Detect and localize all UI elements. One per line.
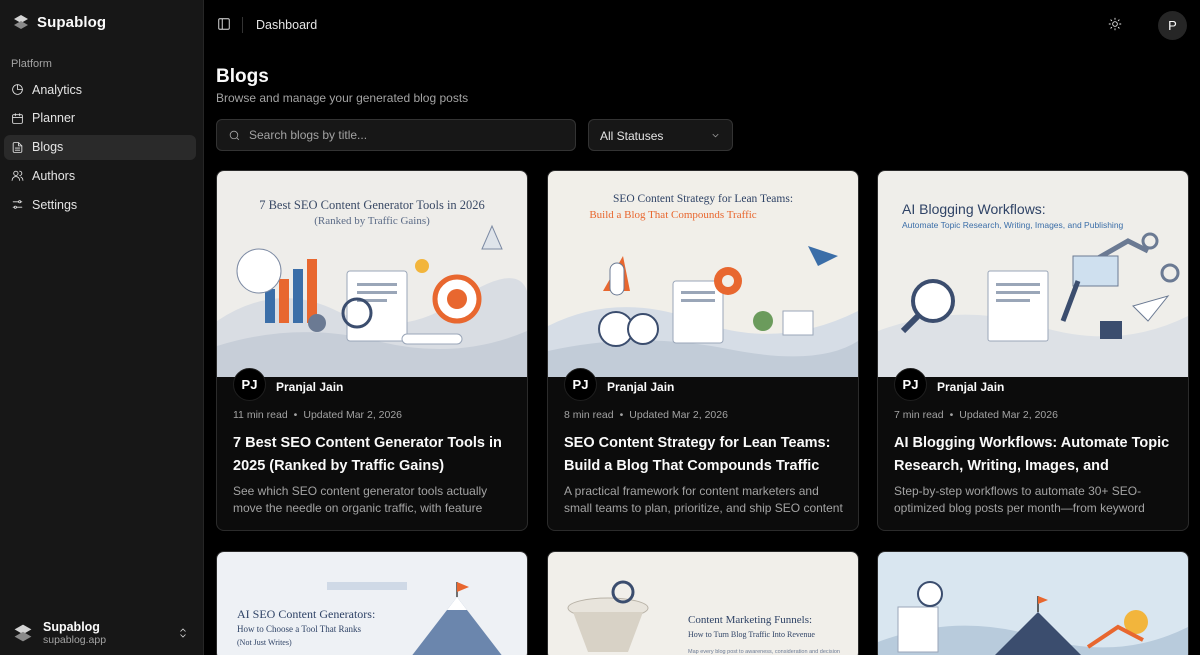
- author-avatar: PJ: [894, 368, 927, 401]
- blog-card[interactable]: AI SEO Content Generators: How to Choose…: [216, 551, 528, 655]
- svg-text:How to Turn Blog Traffic Into: How to Turn Blog Traffic Into Revenue: [688, 630, 815, 639]
- sidebar-item-settings[interactable]: Settings: [4, 192, 196, 217]
- theme-toggle-button[interactable]: [1108, 17, 1124, 33]
- brand[interactable]: Supablog: [11, 12, 106, 32]
- svg-text:SEO Content Strategy for Lean: SEO Content Strategy for Lean Teams:: [613, 193, 793, 205]
- status-filter-select[interactable]: All Statuses: [588, 119, 733, 151]
- blog-cover-image: AI SEO Content Generators: How to Choose…: [217, 552, 527, 655]
- svg-text:Content Marketing Funnels:: Content Marketing Funnels:: [688, 614, 812, 626]
- post-meta: 11 min read • Updated Mar 2, 2026: [233, 409, 402, 421]
- blog-cover-image: AI Blogging Workflows: Automate Topic Re…: [878, 171, 1188, 377]
- user-avatar[interactable]: P: [1158, 11, 1187, 40]
- page-title: Blogs: [216, 66, 269, 87]
- read-time: 7 min read: [894, 409, 944, 421]
- top-bar: Dashboard P: [204, 0, 1200, 50]
- updated-date: Updated Mar 2, 2026: [959, 409, 1058, 421]
- blog-card[interactable]: [877, 551, 1189, 655]
- chevrons-up-down-icon: [180, 628, 186, 638]
- post-title[interactable]: SEO Content Strategy for Lean Teams: Bui…: [564, 432, 846, 478]
- breadcrumb[interactable]: Dashboard: [256, 18, 317, 32]
- svg-text:Map every blog post to awarene: Map every blog post to awareness, consid…: [688, 649, 840, 655]
- author-row: PJ Pranjal Jain: [233, 368, 343, 401]
- post-title[interactable]: AI Blogging Workflows: Automate Topic Re…: [894, 432, 1176, 478]
- sidebar-item-label: Planner: [32, 111, 76, 126]
- blog-cover-image: 7 Best SEO Content Generator Tools in 20…: [217, 171, 527, 377]
- sidebar-item-blogs[interactable]: Blogs: [4, 134, 196, 160]
- read-time: 8 min read: [564, 409, 614, 421]
- org-domain: supablog.app: [43, 634, 107, 647]
- blog-card[interactable]: 7 Best SEO Content Generator Tools in 20…: [216, 170, 528, 531]
- sidebar-item-label: Analytics: [32, 82, 83, 97]
- nav-section-label: Platform: [11, 58, 52, 70]
- sliders-icon: [12, 200, 23, 209]
- org-switcher[interactable]: Supablog supablog.app: [11, 620, 193, 646]
- sidebar-item-planner[interactable]: Planner: [4, 106, 196, 131]
- brand-name: Supablog: [37, 13, 107, 31]
- page-subtitle: Browse and manage your generated blog po…: [216, 91, 469, 105]
- users-icon: [11, 171, 24, 182]
- search-box: [216, 119, 576, 151]
- sidebar: Supablog Platform Analytics Planner Blog…: [0, 0, 204, 655]
- author-name: Pranjal Jain: [607, 379, 675, 394]
- sidebar-nav: Analytics Planner Blogs Authors Settings: [4, 77, 196, 221]
- meta-separator: •: [293, 409, 298, 421]
- sidebar-item-label: Authors: [32, 168, 76, 183]
- sidebar-toggle-button[interactable]: [217, 17, 233, 33]
- status-filter-value: All Statuses: [600, 129, 664, 143]
- svg-text:AI SEO Content Generators:: AI SEO Content Generators:: [237, 607, 375, 621]
- blog-cover-image: [878, 552, 1188, 655]
- author-name: Pranjal Jain: [276, 379, 344, 394]
- pie-chart-icon: [12, 84, 23, 95]
- author-name: Pranjal Jain: [937, 379, 1005, 394]
- meta-separator: •: [619, 409, 624, 421]
- search-icon: [229, 130, 240, 141]
- svg-text:(Ranked by Traffic Gains): (Ranked by Traffic Gains): [314, 215, 430, 227]
- svg-text:Build a Blog That Compounds Tr: Build a Blog That Compounds Traffic: [589, 209, 756, 221]
- updated-date: Updated Mar 2, 2026: [303, 409, 403, 421]
- supablog-logo-icon: [14, 15, 28, 29]
- sidebar-item-label: Blogs: [32, 140, 64, 155]
- post-meta: 8 min read • Updated Mar 2, 2026: [564, 409, 728, 421]
- search-input[interactable]: [249, 120, 569, 150]
- blog-cover-image: Content Marketing Funnels: How to Turn B…: [548, 552, 858, 655]
- author-row: PJ Pranjal Jain: [894, 368, 1004, 401]
- file-text-icon: [12, 141, 23, 153]
- post-excerpt: See which SEO content generator tools ac…: [233, 484, 488, 515]
- svg-text:Automate Topic Research, Writi: Automate Topic Research, Writing, Images…: [902, 220, 1124, 230]
- org-text: Supablog supablog.app: [43, 620, 106, 646]
- read-time: 11 min read: [233, 409, 288, 421]
- author-row: PJ Pranjal Jain: [564, 368, 674, 401]
- svg-text:7 Best SEO Content Generator T: 7 Best SEO Content Generator Tools in 20…: [259, 198, 485, 212]
- author-avatar: PJ: [564, 368, 597, 401]
- panel-left-icon: [218, 18, 230, 30]
- updated-date: Updated Mar 2, 2026: [629, 409, 728, 421]
- post-excerpt: Step-by-step workflows to automate 30+ S…: [894, 484, 1145, 515]
- sidebar-item-analytics[interactable]: Analytics: [4, 77, 196, 102]
- calendar-icon: [12, 112, 23, 124]
- svg-text:AI Blogging Workflows:: AI Blogging Workflows:: [902, 201, 1046, 217]
- sun-icon: [1108, 17, 1122, 31]
- post-excerpt: A practical framework for content market…: [564, 484, 843, 515]
- meta-separator: •: [949, 409, 954, 421]
- supablog-logo-icon: [14, 624, 32, 642]
- chevron-down-icon: [712, 133, 719, 138]
- blog-card[interactable]: Content Marketing Funnels: How to Turn B…: [547, 551, 859, 655]
- blog-card[interactable]: AI Blogging Workflows: Automate Topic Re…: [877, 170, 1189, 531]
- sidebar-item-authors[interactable]: Authors: [4, 163, 196, 188]
- header-divider: [242, 17, 243, 33]
- svg-text:(Not Just Writes): (Not Just Writes): [237, 638, 292, 647]
- org-name: Supablog: [43, 620, 100, 634]
- author-avatar: PJ: [233, 368, 266, 401]
- blog-card[interactable]: SEO Content Strategy for Lean Teams: Bui…: [547, 170, 859, 531]
- sidebar-item-label: Settings: [32, 197, 78, 212]
- post-title[interactable]: 7 Best SEO Content Generator Tools in 20…: [233, 432, 515, 478]
- svg-text:How to Choose a Tool That Rank: How to Choose a Tool That Ranks: [237, 624, 362, 634]
- blog-cover-image: SEO Content Strategy for Lean Teams: Bui…: [548, 171, 858, 377]
- post-meta: 7 min read • Updated Mar 2, 2026: [894, 409, 1058, 421]
